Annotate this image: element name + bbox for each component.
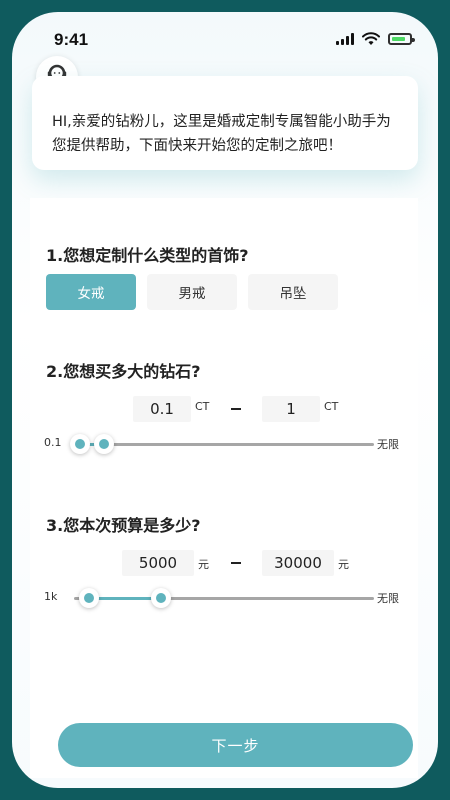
diamond-size-slider: 0.1 无限 [30,434,418,454]
customization-form: 1.您想定制什么类型的首饰? 女戒 男戒 吊坠 2.您想买多大的钻石? 0.1 … [30,198,418,778]
question-jewelry-type: 1.您想定制什么类型的首饰? [46,246,249,265]
diamond-min-input[interactable]: 0.1 [133,396,191,422]
budget-max-unit: 元 [338,558,349,571]
budget-slider-low-handle[interactable] [79,588,99,608]
budget-range: 5000 元 30000 元 [30,550,418,580]
question-budget: 3.您本次预算是多少? [46,516,201,535]
diamond-max-input[interactable]: 1 [262,396,320,422]
status-time: 9:41 [54,30,89,49]
diamond-slider-min-label: 0.1 [44,436,62,449]
budget-slider-high-handle[interactable] [151,588,171,608]
status-icons [336,30,415,48]
phone-screen: 9:41 客服 HI,亲爱的钻粉儿，这里是婚戒定制专属智能小助手为您提供帮助，下… [12,12,438,788]
welcome-message: HI,亲爱的钻粉儿，这里是婚戒定制专属智能小助手为您提供帮助，下面快来开始您的定… [52,114,391,154]
diamond-max-unit: CT [324,400,339,413]
welcome-card: HI,亲爱的钻粉儿，这里是婚戒定制专属智能小助手为您提供帮助，下面快来开始您的定… [32,76,418,170]
battery-icon [388,33,415,45]
diamond-slider-track[interactable] [74,443,374,446]
option-womens-ring[interactable]: 女戒 [46,274,136,310]
signal-icon [336,33,354,45]
next-step-button[interactable]: 下一步 [58,723,413,767]
budget-max-input[interactable]: 30000 [262,550,334,576]
diamond-slider-low-handle[interactable] [70,434,90,454]
diamond-slider-high-handle[interactable] [94,434,114,454]
budget-slider: 1k 无限 [30,588,418,608]
question-diamond-size: 2.您想买多大的钻石? [46,362,201,381]
budget-min-input[interactable]: 5000 [122,550,194,576]
status-bar: 9:41 [12,12,438,62]
diamond-slider-max-label: 无限 [377,438,399,451]
diamond-size-range: 0.1 CT 1 CT [30,396,418,426]
budget-range-dash [231,562,241,564]
budget-min-unit: 元 [198,558,209,571]
diamond-range-dash [231,408,241,410]
option-mens-ring[interactable]: 男戒 [147,274,237,310]
budget-slider-min-label: 1k [44,590,58,603]
diamond-min-unit: CT [195,400,210,413]
option-pendant[interactable]: 吊坠 [248,274,338,310]
jewelry-type-options: 女戒 男戒 吊坠 [46,274,338,310]
budget-slider-max-label: 无限 [377,592,399,605]
wifi-icon [362,32,380,45]
